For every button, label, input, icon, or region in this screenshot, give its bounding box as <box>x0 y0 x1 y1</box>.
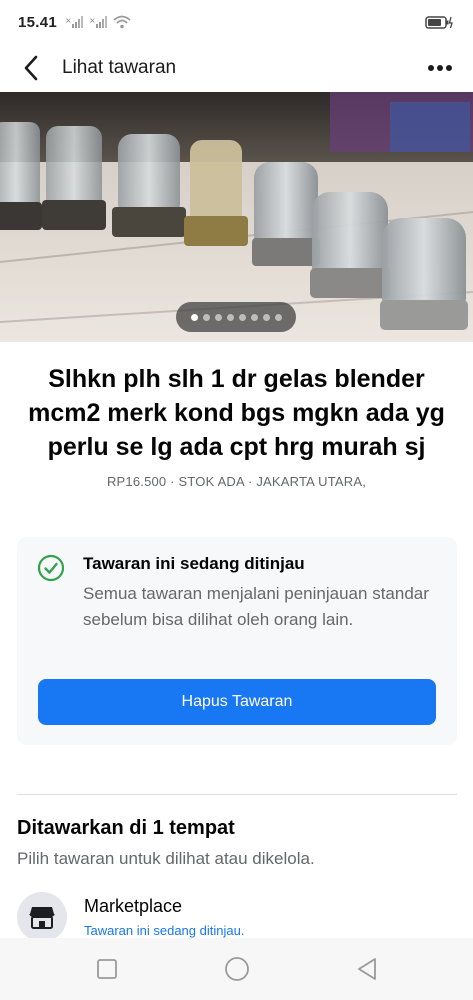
status-time: 15.41 <box>18 13 58 31</box>
carousel-dot <box>214 313 222 321</box>
review-body: Semua tawaran menjalani peninjauan stand… <box>83 584 429 629</box>
listing-title: Slhkn plh slh 1 dr gelas blender mcm2 me… <box>28 365 445 461</box>
review-text: Tawaran ini sedang ditinjau Semua tawara… <box>83 553 437 633</box>
signal-indicators: × × <box>65 15 131 29</box>
offered-section-subtitle: Pilih tawaran untuk dilihat atau dikelol… <box>17 849 315 868</box>
review-title: Tawaran ini sedang ditinjau <box>83 554 305 573</box>
delete-offer-button[interactable]: Hapus Tawaran <box>38 679 436 725</box>
page-title: Lihat tawaran <box>62 57 177 78</box>
wifi-icon <box>113 15 131 29</box>
listing-header: Slhkn plh slh 1 dr gelas blender mcm2 me… <box>20 362 453 489</box>
listing-photo-carousel[interactable] <box>0 92 473 342</box>
back-nav-button[interactable] <box>352 954 382 984</box>
battery-icon <box>425 16 453 29</box>
place-text: Marketplace Tawaran ini sedang ditinjau. <box>84 896 244 938</box>
chevron-left-icon <box>24 55 38 81</box>
back-button[interactable] <box>14 51 48 85</box>
listing-meta: RP16.500 · STOK ADA · JAKARTA UTARA, <box>106 474 367 489</box>
triangle-back-icon <box>357 958 376 980</box>
carousel-dot <box>250 313 258 321</box>
review-header: Tawaran ini sedang ditinjau Semua tawara… <box>37 553 437 633</box>
carousel-indicator <box>176 302 296 332</box>
app-bar: Lihat tawaran <box>0 44 473 92</box>
carousel-dot <box>262 313 270 321</box>
more-horizontal-icon <box>428 65 452 71</box>
carousel-dot <box>190 313 198 321</box>
place-name: Marketplace <box>84 896 183 916</box>
signal-icon-2: × <box>89 16 108 28</box>
signal-icon: × <box>65 16 84 28</box>
system-navigation-bar <box>0 938 473 1000</box>
offered-section-title: Ditawarkan di 1 tempat <box>17 817 235 839</box>
status-bar: 15.41 × × <box>0 0 473 44</box>
svg-text:×: × <box>65 16 72 25</box>
review-status-card: Tawaran ini sedang ditinjau Semua tawara… <box>17 537 457 745</box>
check-circle-icon <box>37 554 65 582</box>
circle-icon <box>224 957 249 981</box>
battery-indicator <box>425 14 455 30</box>
divider <box>17 794 457 795</box>
square-icon <box>96 959 117 979</box>
carousel-dot <box>274 313 282 321</box>
carousel-dot <box>238 313 246 321</box>
more-options-button[interactable] <box>421 51 459 85</box>
recent-apps-button[interactable] <box>92 954 122 984</box>
svg-text:×: × <box>89 16 96 25</box>
place-status: Tawaran ini sedang ditinjau. <box>84 923 245 938</box>
marketplace-avatar <box>17 892 67 942</box>
home-button[interactable] <box>222 954 252 984</box>
carousel-dot <box>226 313 234 321</box>
storefront-icon <box>29 907 55 929</box>
carousel-dot <box>202 313 210 321</box>
